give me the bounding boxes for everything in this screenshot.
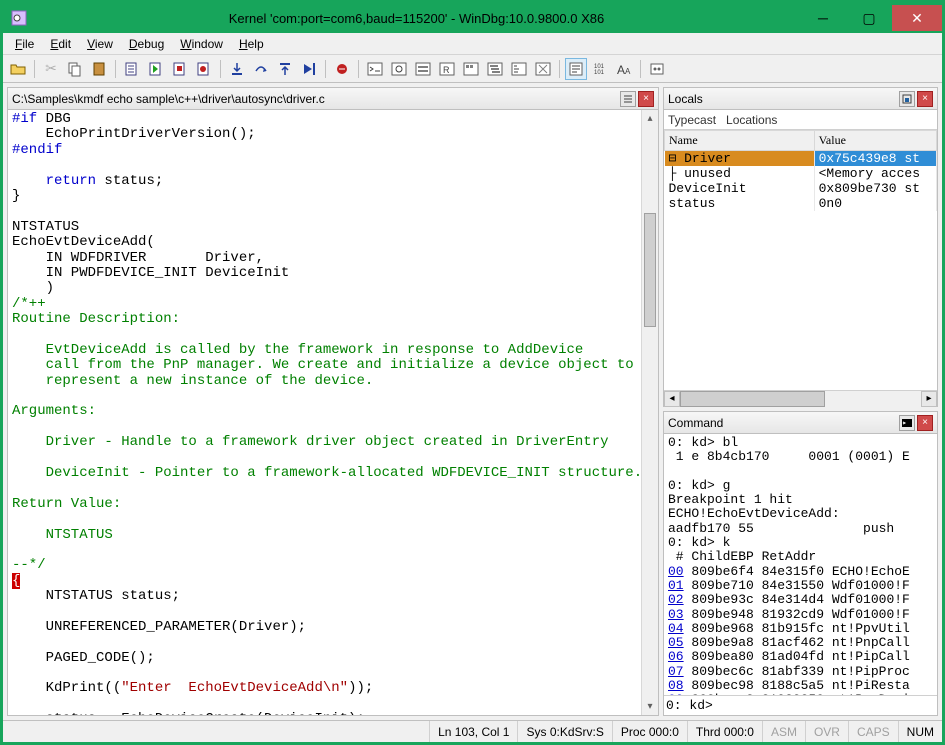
maximize-button[interactable]: ▢ <box>846 5 892 31</box>
memory-window-icon[interactable] <box>460 58 482 80</box>
command-window-icon[interactable] <box>364 58 386 80</box>
svg-text:A: A <box>617 63 625 77</box>
locals-row[interactable]: status0n0 <box>665 196 937 211</box>
menu-debug[interactable]: Debug <box>121 35 172 53</box>
scroll-left-icon: ◂ <box>664 391 680 407</box>
locals-title: Locals <box>668 92 899 106</box>
step-over-icon[interactable] <box>250 58 272 80</box>
status-asm: ASM <box>762 721 805 742</box>
source-code[interactable]: #if DBG EchoPrintDriverVersion(); #endif… <box>8 110 641 715</box>
status-proc: Proc 000:0 <box>612 721 687 742</box>
command-title: Command <box>668 416 899 430</box>
right-column: Locals × Typecast Locations Name Value <box>663 87 938 716</box>
disasm-window-icon[interactable] <box>508 58 530 80</box>
svg-text:101: 101 <box>594 70 605 76</box>
copy-icon[interactable] <box>64 58 86 80</box>
locals-hscroll[interactable]: ◂ ▸ <box>664 390 937 406</box>
status-ln: Ln 103, Col 1 <box>429 721 517 742</box>
menu-file[interactable]: File <box>7 35 42 53</box>
locals-menu-icon[interactable] <box>899 91 915 107</box>
command-header[interactable]: Command × <box>664 412 937 434</box>
menu-view[interactable]: View <box>79 35 121 53</box>
statusbar: Ln 103, Col 1 Sys 0:KdSrv:S Proc 000:0 T… <box>3 720 942 742</box>
callstack-window-icon[interactable] <box>484 58 506 80</box>
locals-col-value[interactable]: Value <box>814 131 936 151</box>
command-pane: Command × 0: kd> bl 1 e 8b4cb170 0001 (0… <box>663 411 938 716</box>
locals-row[interactable]: ├ unused<Memory acces <box>665 166 937 181</box>
locals-close-icon[interactable]: × <box>917 91 933 107</box>
locals-pane: Locals × Typecast Locations Name Value <box>663 87 938 407</box>
window-controls: ─ ▢ ✕ <box>800 5 942 31</box>
binary-icon[interactable]: 101101 <box>589 58 611 80</box>
command-close-icon[interactable]: × <box>917 415 933 431</box>
open-icon[interactable] <box>7 58 29 80</box>
minimize-button[interactable]: ─ <box>800 5 846 31</box>
locals-row[interactable]: ⊟ Driver0x75c439e8 st <box>665 151 937 167</box>
command-prompt: 0: kd> <box>666 698 717 713</box>
locals-window-icon[interactable] <box>412 58 434 80</box>
toolbar: ✂ R 101101 AA <box>3 55 942 83</box>
status-num: NUM <box>898 721 942 742</box>
source-column: C:\Samples\kmdf echo sample\c++\driver\a… <box>7 87 659 716</box>
locals-header[interactable]: Locals × <box>664 88 937 110</box>
status-sys: Sys 0:KdSrv:S <box>517 721 611 742</box>
command-input[interactable] <box>717 698 935 713</box>
source-pane: C:\Samples\kmdf echo sample\c++\driver\a… <box>7 87 659 716</box>
locals-col-name[interactable]: Name <box>665 131 815 151</box>
run-to-cursor-icon[interactable] <box>298 58 320 80</box>
scratch-window-icon[interactable] <box>532 58 554 80</box>
tab-locations[interactable]: Locations <box>726 113 777 127</box>
command-input-row: 0: kd> <box>664 695 937 715</box>
window-title: Kernel 'com:port=com6,baud=115200' - Win… <box>33 11 800 26</box>
font-icon[interactable]: AA <box>613 58 635 80</box>
app-icon <box>11 10 27 26</box>
close-button[interactable]: ✕ <box>892 5 942 31</box>
break-icon[interactable] <box>193 58 215 80</box>
titlebar[interactable]: Kernel 'com:port=com6,baud=115200' - Win… <box>3 3 942 33</box>
menu-window[interactable]: Window <box>172 35 231 53</box>
locals-row[interactable]: DeviceInit0x809be730 st <box>665 181 937 196</box>
main-area: C:\Samples\kmdf echo sample\c++\driver\a… <box>3 83 942 720</box>
step-out-icon[interactable] <box>274 58 296 80</box>
status-ovr: OVR <box>805 721 848 742</box>
svg-text:A: A <box>625 67 631 76</box>
scroll-down-icon: ▾ <box>642 698 658 715</box>
registers-window-icon[interactable]: R <box>436 58 458 80</box>
source-pane-header[interactable]: C:\Samples\kmdf echo sample\c++\driver\a… <box>8 88 658 110</box>
menu-help[interactable]: Help <box>231 35 272 53</box>
menubar: File Edit View Debug Window Help <box>3 33 942 55</box>
source-mode-icon[interactable] <box>565 58 587 80</box>
source-menu-icon[interactable] <box>620 91 636 107</box>
scroll-right-icon: ▸ <box>921 391 937 407</box>
options-icon[interactable] <box>646 58 668 80</box>
menu-edit[interactable]: Edit <box>42 35 79 53</box>
step-into-icon[interactable] <box>226 58 248 80</box>
command-menu-icon[interactable] <box>899 415 915 431</box>
source-close-icon[interactable]: × <box>638 91 654 107</box>
tab-typecast[interactable]: Typecast <box>668 113 716 127</box>
locals-tabs: Typecast Locations <box>664 110 937 130</box>
scroll-up-icon: ▴ <box>642 110 658 127</box>
watch-window-icon[interactable] <box>388 58 410 80</box>
breakpoint-toggle-icon[interactable] <box>331 58 353 80</box>
status-thrd: Thrd 000:0 <box>687 721 762 742</box>
app-window: Kernel 'com:port=com6,baud=115200' - Win… <box>0 0 945 745</box>
status-caps: CAPS <box>848 721 898 742</box>
source-path: C:\Samples\kmdf echo sample\c++\driver\a… <box>12 92 620 106</box>
command-output[interactable]: 0: kd> bl 1 e 8b4cb170 0001 (0001) E 0: … <box>664 434 937 695</box>
locals-table[interactable]: Name Value ⊟ Driver0x75c439e8 st├ unused… <box>664 130 937 390</box>
stop-icon[interactable] <box>169 58 191 80</box>
go-icon[interactable] <box>121 58 143 80</box>
paste-icon[interactable] <box>88 58 110 80</box>
svg-text:R: R <box>443 65 450 75</box>
cut-icon[interactable]: ✂ <box>40 58 62 80</box>
source-scrollbar[interactable]: ▴ ▾ <box>641 110 658 715</box>
restart-icon[interactable] <box>145 58 167 80</box>
